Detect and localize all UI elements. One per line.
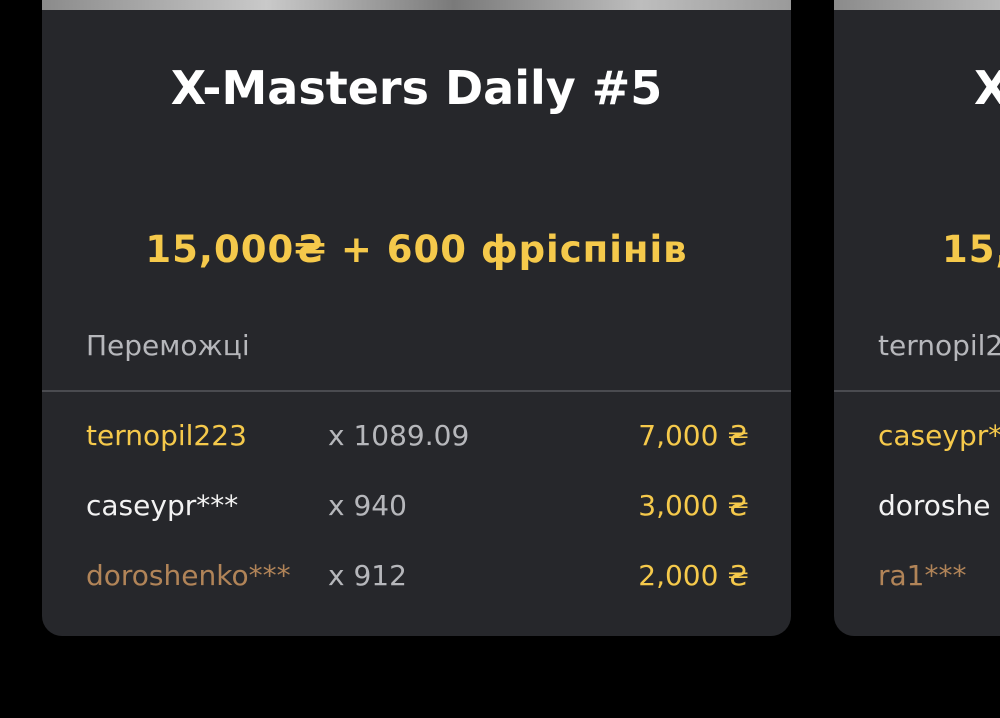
winner-name: ternopil223: [86, 419, 247, 452]
winners-header: Переможці: [86, 329, 250, 362]
winner-name: doroshenko***: [86, 559, 291, 592]
winners-header: ternopil2: [878, 329, 1000, 362]
winner-row: ra1***: [834, 554, 1000, 598]
tournament-carousel: X-Masters Daily #5 15,000₴ + 600 фріспін…: [0, 0, 1000, 718]
winner-row: caseypr*: [834, 414, 1000, 458]
winner-multiplier: x 912: [328, 559, 407, 592]
tournament-title: X: [974, 61, 1000, 115]
winner-multiplier: x 940: [328, 489, 407, 522]
tournament-card-next[interactable]: X 15, ternopil2 caseypr* doroshe ra1***: [834, 0, 1000, 636]
winner-prize: 2,000 ₴: [638, 559, 749, 592]
winner-name: caseypr***: [86, 489, 239, 522]
winner-row: doroshenko*** x 912 2,000 ₴: [42, 554, 791, 598]
winner-name: doroshe: [878, 489, 991, 522]
prize-pool: 15,000₴ + 600 фріспінів: [145, 228, 688, 271]
winner-row: ternopil223 x 1089.09 7,000 ₴: [42, 414, 791, 458]
divider: [834, 390, 1000, 392]
tournament-card[interactable]: X-Masters Daily #5 15,000₴ + 600 фріспін…: [42, 0, 791, 636]
tournament-title: X-Masters Daily #5: [170, 61, 663, 115]
prize-pool: 15,: [942, 228, 1000, 271]
winner-prize: 3,000 ₴: [638, 489, 749, 522]
card-banner-image: [42, 0, 791, 10]
card-banner-image: [834, 0, 1000, 10]
divider: [42, 390, 791, 392]
winner-name: caseypr*: [878, 419, 1000, 452]
winner-name: ra1***: [878, 559, 967, 592]
winner-prize: 7,000 ₴: [638, 419, 749, 452]
winner-row: caseypr*** x 940 3,000 ₴: [42, 484, 791, 528]
winner-row: doroshe: [834, 484, 1000, 528]
winner-multiplier: x 1089.09: [328, 419, 470, 452]
